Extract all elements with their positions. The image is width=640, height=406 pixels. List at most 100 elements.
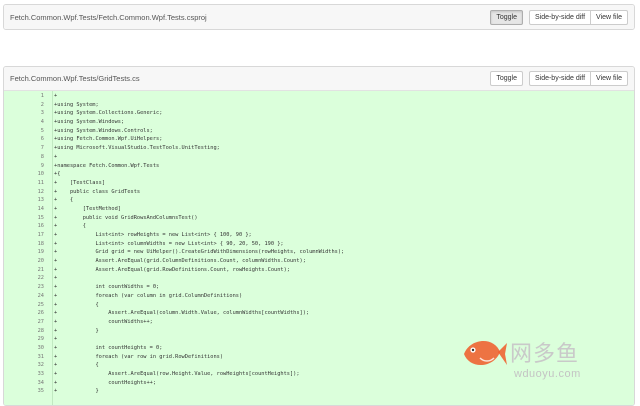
line-code: + } xyxy=(54,327,99,334)
line-code: + Assert.AreEqual(row.Height.Value, rowH… xyxy=(54,371,300,377)
watermark: 网多鱼 wduoyu.com xyxy=(460,330,640,400)
line-number: 3 xyxy=(40,110,44,117)
diff-line: 3 +using System.Collections.Generic; xyxy=(4,109,634,118)
line-number: 23 xyxy=(37,284,44,291)
toggle-button[interactable]: Toggle xyxy=(490,71,523,86)
line-code: + int countWidths = 0; xyxy=(54,284,160,291)
diff-line: 26 + Assert.AreEqual(column.Width.Value, … xyxy=(4,309,634,318)
fish-logo-icon xyxy=(464,340,507,366)
line-number: 16 xyxy=(37,223,44,230)
line-number: 12 xyxy=(37,188,44,195)
line-number: 29 xyxy=(37,336,44,343)
diff-line: 8 + xyxy=(4,153,634,162)
line-number: 13 xyxy=(37,197,44,204)
line-code: + foreach (var row in grid.RowDefinition… xyxy=(54,353,224,360)
diff-line: 10 +{ xyxy=(4,170,634,179)
line-number: 26 xyxy=(37,310,44,317)
file-path: Fetch.Common.Wpf.Tests/GridTests.cs xyxy=(10,74,140,83)
line-code: +using System.Windows; xyxy=(54,119,125,126)
line-number: 31 xyxy=(37,353,44,360)
line-number: 2 xyxy=(40,101,44,108)
view-file-button[interactable]: View file xyxy=(591,9,628,25)
diff-line: 21 + Assert.AreEqual(grid.RowDefinitions.… xyxy=(4,266,634,275)
line-code: + { xyxy=(54,197,74,204)
file-header: Fetch.Common.Wpf.Tests/GridTests.cs Togg… xyxy=(4,67,634,91)
view-mode-group: Side-by-side diff View file xyxy=(528,9,628,25)
line-code: +using Microsoft.VisualStudio.TestTools.… xyxy=(54,145,220,152)
line-number: 15 xyxy=(37,214,44,221)
diff-line: 12 + public class GridTests xyxy=(4,188,634,197)
line-number: 18 xyxy=(37,240,44,247)
line-number: 1 xyxy=(40,93,44,99)
line-code: +using System; xyxy=(54,101,99,108)
watermark-text: 网多鱼 xyxy=(510,342,580,367)
line-code: +namespace Fetch.Common.Wpf.Tests xyxy=(54,162,160,169)
watermark-url: wduoyu.com xyxy=(514,368,581,380)
diff-line: 6 +using Fetch.Common.Wpf.UiHelpers; xyxy=(4,135,634,144)
diff-line: 15 + public void GridRowsAndColumnsTest() xyxy=(4,214,634,223)
line-code: +{ xyxy=(54,171,61,178)
line-number: 8 xyxy=(40,153,44,160)
diff-line: 24 + foreach (var column in grid.ColumnDe… xyxy=(4,292,634,301)
diff-line: 20 + Assert.AreEqual(grid.ColumnDefinitio… xyxy=(4,257,634,266)
line-code: + Assert.AreEqual(grid.ColumnDefinitions… xyxy=(54,258,306,265)
line-code: + Assert.AreEqual(column.Width.Value, co… xyxy=(54,310,310,317)
line-code: +using System.Windows.Controls; xyxy=(54,127,153,134)
line-number: 30 xyxy=(37,344,44,351)
line-code: + [TestClass] xyxy=(54,179,106,186)
diff-line: 11 + [TestClass] xyxy=(4,179,634,188)
toggle-button[interactable]: Toggle xyxy=(490,9,523,25)
line-code: + List<int> rowHeights = new List<int> {… xyxy=(54,232,252,238)
line-number: 9 xyxy=(40,162,44,169)
line-number: 20 xyxy=(37,258,44,265)
line-code: +using Fetch.Common.Wpf.UiHelpers; xyxy=(54,136,163,143)
diff-line: 16 + { xyxy=(4,222,634,231)
diff-line: 25 + { xyxy=(4,301,634,310)
line-code: +using System.Collections.Generic; xyxy=(54,110,163,117)
diff-line: 18 + List<int> columnWidths = new List<in… xyxy=(4,240,634,249)
line-code: + public class GridTests xyxy=(54,188,141,195)
diff-line: 13 + { xyxy=(4,196,634,205)
diff-line: 27 + countWidths++; xyxy=(4,318,634,327)
line-code: + xyxy=(54,93,58,99)
line-number: 10 xyxy=(37,171,44,178)
line-number: 4 xyxy=(40,119,44,126)
line-code: + { xyxy=(54,223,86,230)
line-number: 11 xyxy=(37,179,44,186)
line-code: + xyxy=(54,153,58,160)
line-code: + { xyxy=(54,362,99,369)
line-number: 33 xyxy=(37,371,44,377)
line-code: + xyxy=(54,336,58,343)
file-path: Fetch.Common.Wpf.Tests/Fetch.Common.Wpf.… xyxy=(10,12,207,22)
line-number: 32 xyxy=(37,362,44,369)
line-code: + List<int> columnWidths = new List<int>… xyxy=(54,240,284,247)
diff-line: 1 + xyxy=(4,92,634,101)
line-number: 27 xyxy=(37,318,44,325)
line-number: 28 xyxy=(37,327,44,334)
diff-line: 22 + xyxy=(4,274,634,283)
line-code: + public void GridRowsAndColumnsTest() xyxy=(54,214,198,221)
line-number: 7 xyxy=(40,145,44,152)
line-code: + countHeights++; xyxy=(54,379,157,386)
line-code: + countWidths++; xyxy=(54,318,153,325)
side-by-side-diff-button[interactable]: Side-by-side diff xyxy=(528,71,592,86)
file-header: Fetch.Common.Wpf.Tests/Fetch.Common.Wpf.… xyxy=(4,5,634,29)
line-code: + xyxy=(54,275,58,282)
line-number: 34 xyxy=(37,379,44,386)
line-number: 19 xyxy=(37,249,44,256)
line-number: 6 xyxy=(40,136,44,143)
line-number: 25 xyxy=(37,301,44,308)
line-code: + Assert.AreEqual(grid.RowDefinitions.Co… xyxy=(54,266,290,273)
side-by-side-diff-button[interactable]: Side-by-side diff xyxy=(528,9,592,25)
diff-line: 7 +using Microsoft.VisualStudio.TestTools… xyxy=(4,144,634,153)
line-number: 17 xyxy=(37,232,44,238)
file-diff-csproj: Fetch.Common.Wpf.Tests/Fetch.Common.Wpf.… xyxy=(3,4,635,30)
view-file-button[interactable]: View file xyxy=(591,71,628,86)
line-number: 5 xyxy=(40,127,44,134)
line-code: + int countHeights = 0; xyxy=(54,344,163,351)
diff-line: 5 +using System.Windows.Controls; xyxy=(4,127,634,136)
view-mode-group: Side-by-side diff View file xyxy=(528,71,628,86)
diff-line: 14 + [TestMethod] xyxy=(4,205,634,214)
diff-line: 4 +using System.Windows; xyxy=(4,118,634,127)
line-code: + Grid grid = new UiHelper().CreateGridW… xyxy=(54,249,345,256)
